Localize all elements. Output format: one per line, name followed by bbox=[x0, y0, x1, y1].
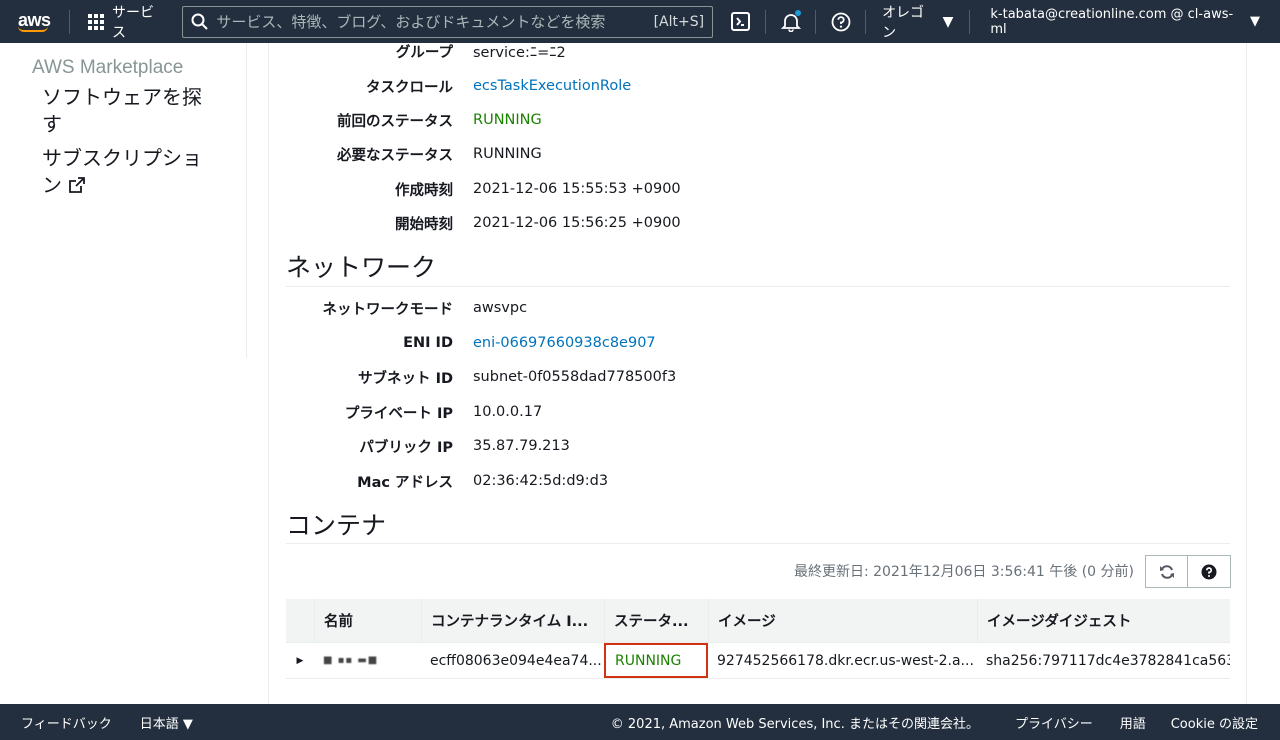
cloudshell-icon bbox=[731, 12, 751, 31]
feedback-link[interactable]: フィードバック bbox=[0, 713, 112, 732]
task-detail-panel: グループ service:ﾆ=ﾆ2 タスクロール ecsTaskExecutio… bbox=[268, 43, 1247, 704]
sidebar-item-label: サブスクリプション bbox=[42, 146, 202, 197]
table-actions bbox=[1145, 555, 1231, 588]
expand-column-header bbox=[286, 599, 314, 642]
language-label: 日本語 bbox=[139, 716, 179, 732]
help-icon bbox=[1201, 564, 1217, 579]
help-button[interactable] bbox=[1188, 555, 1231, 588]
detail-value: awsvpc bbox=[473, 300, 528, 316]
column-header-runtime-id[interactable]: コンテナランタイム I... bbox=[421, 599, 604, 642]
network-row: ENI ID eni-06697660938c8e907 bbox=[269, 328, 1229, 358]
detail-value: service:ﾆ=ﾆ2 bbox=[473, 44, 566, 61]
column-header-image[interactable]: イメージ bbox=[708, 599, 977, 642]
detail-key: ネットワークモード bbox=[322, 301, 454, 318]
services-menu-button[interactable]: サービス bbox=[70, 0, 180, 43]
detail-value: 02:36:42:5d:d9:d3 bbox=[473, 473, 609, 489]
account-label: k-tabata@creationline.com @ cl-aws-ml bbox=[990, 6, 1234, 37]
sidebar-item-discover-software[interactable]: ソフトウェアを探す bbox=[42, 84, 212, 138]
language-selector[interactable]: 日本語 ▼ bbox=[112, 713, 193, 732]
detail-row-created-at: 作成時刻 2021-12-06 15:55:53 +0900 bbox=[269, 174, 1229, 204]
detail-value: subnet-0f0558dad778500f3 bbox=[473, 369, 677, 385]
expand-row-button[interactable]: ▶ bbox=[286, 643, 314, 678]
detail-value: RUNNING bbox=[473, 146, 542, 162]
detail-key: タスクロール bbox=[366, 79, 453, 96]
containers-table: 名前 コンテナランタイム I... ステータ... イメージ イメージダイジェス… bbox=[286, 599, 1230, 679]
detail-key: サブネット ID bbox=[358, 370, 453, 387]
caret-down-icon: ▼ bbox=[942, 13, 954, 30]
footer: フィードバック 日本語 ▼ © 2021, Amazon Web Service… bbox=[0, 704, 1280, 740]
network-row: サブネット ID subnet-0f0558dad778500f3 bbox=[269, 362, 1229, 392]
table-row[interactable]: ▶ ■ ▪▪ ▬■ ecff08063e094e4ea74... RUNNING… bbox=[286, 643, 1230, 679]
caret-right-icon: ▶ bbox=[296, 655, 304, 666]
section-divider bbox=[286, 543, 1230, 544]
runtime-id-cell: ecff08063e094e4ea74... bbox=[430, 652, 602, 669]
caret-down-icon: ▼ bbox=[182, 716, 193, 732]
refresh-button[interactable] bbox=[1145, 555, 1188, 588]
detail-row-group: グループ service:ﾆ=ﾆ2 bbox=[269, 36, 1229, 66]
status-cell-highlighted: RUNNING bbox=[604, 643, 708, 678]
aws-smile-icon bbox=[18, 26, 48, 32]
network-row: プライベート IP 10.0.0.17 bbox=[269, 397, 1229, 427]
detail-key: グループ bbox=[395, 44, 453, 61]
image-digest-cell: sha256:797117dc4e3782841ca563... bbox=[986, 652, 1230, 669]
sidebar-section-title: AWS Marketplace bbox=[32, 57, 184, 78]
terms-link[interactable]: 用語 bbox=[1120, 713, 1146, 732]
detail-key: ENI ID bbox=[403, 335, 453, 351]
container-name-cell: ■ ▪▪ ▬■ bbox=[314, 643, 421, 678]
detail-key: 必要なステータス bbox=[337, 147, 453, 164]
detail-key: 開始時刻 bbox=[395, 216, 453, 233]
last-updated-text: 最終更新日: 2021年12月06日 3:56:41 午後 (0 分前) bbox=[793, 564, 1134, 580]
table-header: 名前 コンテナランタイム I... ステータ... イメージ イメージダイジェス… bbox=[286, 599, 1230, 643]
copyright-text: © 2021, Amazon Web Services, Inc. またはその関… bbox=[610, 716, 979, 732]
detail-key: 前回のステータス bbox=[337, 113, 453, 130]
search-box[interactable]: [Alt+S] bbox=[182, 5, 714, 38]
detail-key: Mac アドレス bbox=[357, 474, 453, 491]
refresh-icon bbox=[1159, 564, 1174, 579]
detail-row-last-status: 前回のステータス RUNNING bbox=[269, 105, 1229, 135]
column-header-image-digest[interactable]: イメージダイジェスト bbox=[977, 599, 1230, 642]
aws-logo[interactable]: aws bbox=[0, 0, 69, 43]
network-row: パブリック IP 35.87.79.213 bbox=[269, 431, 1229, 461]
privacy-link[interactable]: プライバシー bbox=[1015, 713, 1093, 732]
search-icon bbox=[191, 13, 209, 30]
grid-icon bbox=[87, 13, 104, 30]
containers-section-title: コンテナ bbox=[286, 512, 387, 540]
section-divider bbox=[286, 286, 1230, 287]
column-header-name[interactable]: 名前 bbox=[314, 599, 421, 642]
status-value: RUNNING bbox=[473, 112, 542, 128]
image-cell: 927452566178.dkr.ecr.us-west-2.a... bbox=[717, 652, 974, 669]
search-input[interactable] bbox=[216, 12, 646, 31]
detail-value: 10.0.0.17 bbox=[473, 404, 543, 420]
detail-row-desired-status: 必要なステータス RUNNING bbox=[269, 139, 1229, 169]
eni-link[interactable]: eni-06697660938c8e907 bbox=[473, 335, 656, 351]
detail-row-started-at: 開始時刻 2021-12-06 15:56:25 +0900 bbox=[269, 208, 1229, 238]
cookie-settings-link[interactable]: Cookie の設定 bbox=[1171, 713, 1258, 732]
detail-key: プライベート IP bbox=[344, 405, 453, 422]
detail-key: パブリック IP bbox=[359, 439, 453, 456]
detail-key: 作成時刻 bbox=[395, 182, 453, 199]
detail-value: 35.87.79.213 bbox=[473, 438, 570, 454]
redacted-name: ■ ▪▪ ▬■ bbox=[323, 655, 379, 666]
network-row: Mac アドレス 02:36:42:5d:d9:d3 bbox=[269, 466, 1229, 496]
column-header-status[interactable]: ステータ... bbox=[604, 599, 708, 642]
sidebar: AWS Marketplace ソフトウェアを探す サブスクリプション bbox=[0, 43, 247, 358]
services-label: サービス bbox=[111, 4, 154, 41]
detail-value: 2021-12-06 15:56:25 +0900 bbox=[473, 215, 681, 231]
detail-value: 2021-12-06 15:55:53 +0900 bbox=[473, 181, 681, 197]
external-link-icon bbox=[69, 177, 86, 193]
help-icon bbox=[831, 12, 850, 31]
task-role-link[interactable]: ecsTaskExecutionRole bbox=[473, 78, 631, 94]
sidebar-item-subscriptions[interactable]: サブスクリプション bbox=[42, 145, 212, 199]
caret-down-icon: ▼ bbox=[1250, 14, 1261, 29]
network-row: ネットワークモード awsvpc bbox=[269, 293, 1229, 323]
network-section-title: ネットワーク bbox=[286, 254, 437, 282]
search-shortcut-hint: [Alt+S] bbox=[653, 13, 705, 30]
detail-row-task-role: タスクロール ecsTaskExecutionRole bbox=[269, 71, 1229, 101]
